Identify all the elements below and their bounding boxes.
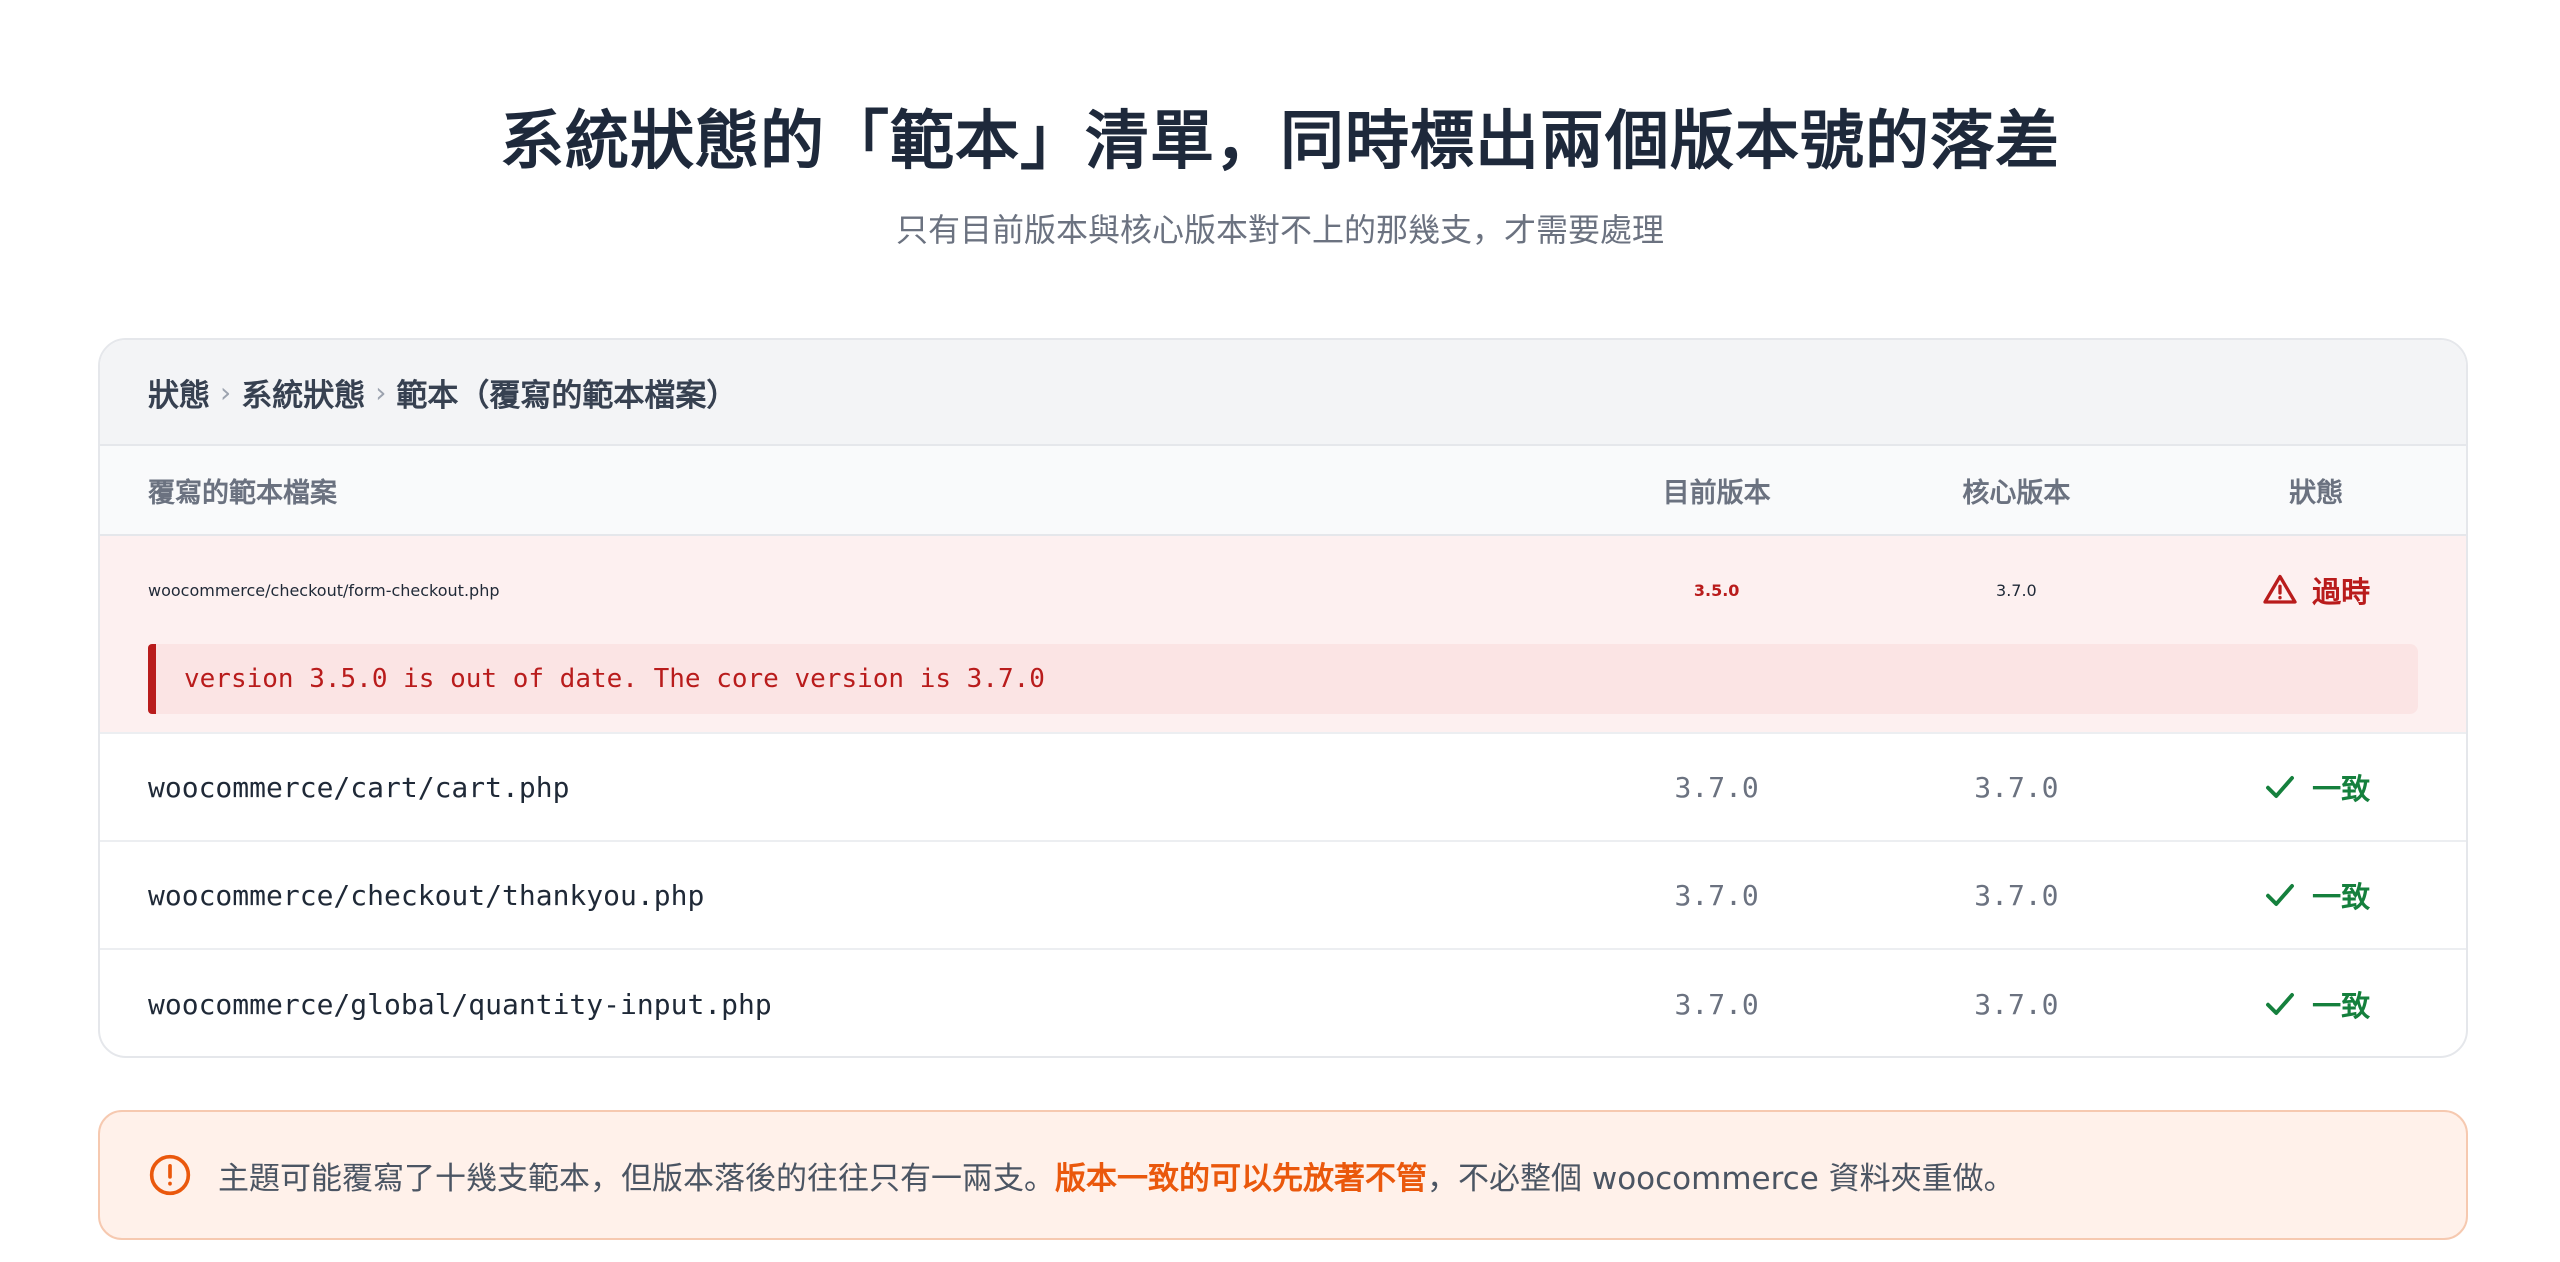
breadcrumb-separator: › <box>220 375 232 409</box>
breadcrumb: 狀態 › 系統狀態 › 範本（覆寫的範本檔案） <box>100 340 2466 446</box>
status-badge: 一致 <box>2262 874 2370 916</box>
warning-triangle-icon <box>2263 574 2297 604</box>
check-icon <box>2266 775 2295 798</box>
status-label: 一致 <box>2312 879 2371 914</box>
column-header-file: 覆寫的範本檔案 <box>148 477 337 509</box>
page-subtitle: 只有目前版本與核心版本對不上的那幾支，才需要處理 <box>895 211 1664 249</box>
current-version: 3.7.0 <box>1674 878 1759 912</box>
breadcrumb-separator: › <box>375 375 387 409</box>
current-version: 3.7.0 <box>1674 987 1759 1021</box>
core-version: 3.7.0 <box>1974 878 2059 912</box>
page-title: 系統狀態的「範本」清單，同時標出兩個版本號的落差 <box>500 105 2060 179</box>
tip-text: 主題可能覆寫了十幾支範本，但版本落後的往往只有一兩支。版本一致的可以先放著不管，… <box>218 1153 2015 1198</box>
templates-card: 狀態 › 系統狀態 › 範本（覆寫的範本檔案） 覆寫的範本檔案 目前版本 核心版… <box>98 338 2468 1058</box>
breadcrumb-item-system-status[interactable]: 系統狀態 <box>241 370 365 415</box>
template-file-path: woocommerce/global/quantity-input.php <box>148 987 772 1021</box>
page: 系統狀態的「範本」清單，同時標出兩個版本號的落差 只有目前版本與核心版本對不上的… <box>0 0 2560 1262</box>
current-version: 3.7.0 <box>1674 770 1759 804</box>
breadcrumb-item-templates: 範本（覆寫的範本檔案） <box>396 377 738 414</box>
tip-text-after: ，不必整個 woocommerce 資料夾重做。 <box>1427 1160 2015 1197</box>
tip-text-before: 主題可能覆寫了十幾支範本，但版本落後的往往只有一兩支。 <box>218 1160 1055 1197</box>
status-badge: 過時 <box>2262 569 2370 611</box>
exclamation-circle-icon <box>149 1154 191 1196</box>
current-version: 3.5.0 <box>1693 580 1740 600</box>
hero: 系統狀態的「範本」清單，同時標出兩個版本號的落差 只有目前版本與核心版本對不上的… <box>0 0 2560 250</box>
status-cell: 一致 <box>2166 874 2466 917</box>
table-row: woocommerce/global/quantity-input.php 3.… <box>100 950 2466 1056</box>
status-cell: 一致 <box>2166 983 2466 1026</box>
tip-text-emphasis: 版本一致的可以先放著不管 <box>1055 1160 1427 1197</box>
table-row: woocommerce/cart/cart.php 3.7.0 3.7.0 一致 <box>100 734 2466 842</box>
table-row: woocommerce/checkout/thankyou.php 3.7.0 … <box>100 842 2466 950</box>
core-version: 3.7.0 <box>1974 770 2059 804</box>
breadcrumb-item-status[interactable]: 狀態 <box>148 370 210 415</box>
check-icon <box>2266 992 2295 1015</box>
status-badge: 一致 <box>2262 766 2370 808</box>
template-file-path: woocommerce/checkout/form-checkout.php <box>148 580 500 600</box>
table-row-outdated: woocommerce/checkout/form-checkout.php 3… <box>100 536 2466 734</box>
column-header-status: 狀態 <box>2289 477 2344 509</box>
template-file-path: woocommerce/cart/cart.php <box>148 770 570 804</box>
table-header: 覆寫的範本檔案 目前版本 核心版本 狀態 <box>100 446 2466 536</box>
column-header-core-version: 核心版本 <box>1962 477 2071 509</box>
outdated-warning-message: version 3.5.0 is out of date. The core v… <box>148 644 2418 714</box>
status-label: 一致 <box>2312 771 2371 806</box>
check-icon <box>2266 883 2295 906</box>
core-version: 3.7.0 <box>1974 987 2059 1021</box>
core-version: 3.7.0 <box>1996 580 2037 600</box>
status-label: 過時 <box>2312 574 2371 609</box>
tip-callout: 主題可能覆寫了十幾支範本，但版本落後的往往只有一兩支。版本一致的可以先放著不管，… <box>98 1110 2468 1240</box>
status-badge: 一致 <box>2262 983 2370 1025</box>
status-cell: 一致 <box>2166 766 2466 809</box>
template-file-path: woocommerce/checkout/thankyou.php <box>148 878 705 912</box>
status-label: 一致 <box>2312 988 2371 1023</box>
column-header-current-version: 目前版本 <box>1662 477 1771 509</box>
status-cell: 過時 <box>2166 569 2466 612</box>
